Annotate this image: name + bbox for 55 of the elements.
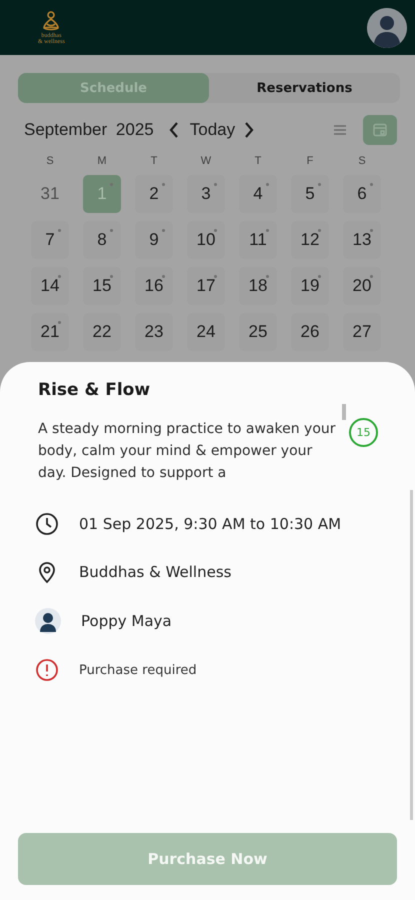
calendar-day[interactable]: 5 (291, 175, 329, 213)
warning-icon (35, 658, 59, 682)
weekday-label: M (97, 155, 107, 167)
view-toggle[interactable] (363, 115, 397, 145)
calendar-day[interactable]: 26 (291, 313, 329, 351)
avatar-icon (35, 608, 61, 634)
calendar-day[interactable]: 17 (187, 267, 225, 305)
calendar-day[interactable]: 10 (187, 221, 225, 259)
calendar-day[interactable]: 25 (239, 313, 277, 351)
detail-text: Buddhas & Wellness (79, 563, 232, 581)
calendar-day[interactable]: 13 (343, 221, 381, 259)
calendar-day[interactable]: 8 (83, 221, 121, 259)
spots-badge: 15 (349, 418, 378, 447)
detail-text: 01 Sep 2025, 9:30 AM to 10:30 AM (79, 515, 342, 533)
class-title: Rise & Flow (38, 380, 152, 400)
tab[interactable]: Reservations (209, 73, 400, 103)
calendar-day[interactable]: 24 (187, 313, 225, 351)
calendar-day[interactable]: 27 (343, 313, 381, 351)
calendar-icon (373, 123, 387, 137)
next-button[interactable] (243, 121, 256, 139)
weekday-label: S (358, 155, 366, 167)
calendar-day[interactable]: 15 (83, 267, 121, 305)
meditation-logo-icon (41, 10, 62, 32)
today-button[interactable]: Today (186, 120, 240, 140)
calendar-day[interactable]: 16 (135, 267, 173, 305)
calendar-day[interactable]: 2 (135, 175, 173, 213)
calendar-day[interactable]: 12 (291, 221, 329, 259)
weekday-label: T (254, 155, 262, 167)
calendar-day[interactable]: 4 (239, 175, 277, 213)
calendar-day[interactable]: 14 (31, 267, 69, 305)
calendar-day[interactable]: 19 (291, 267, 329, 305)
calendar-day[interactable]: 23 (135, 313, 173, 351)
calendar-day[interactable]: 21 (31, 313, 69, 351)
calendar-day[interactable]: 11 (239, 221, 277, 259)
calendar-day[interactable]: 22 (83, 313, 121, 351)
weekday-label: S (46, 155, 54, 167)
detail-text: Purchase required (79, 662, 197, 678)
previous-button[interactable] (168, 121, 180, 139)
list-icon (333, 125, 347, 135)
calendar-day[interactable]: 6 (343, 175, 381, 213)
profile-avatar-icon[interactable] (367, 8, 407, 48)
clock-icon (35, 512, 59, 536)
calendar-day[interactable]: 20 (343, 267, 381, 305)
calendar-day[interactable]: 3 (187, 175, 225, 213)
weekday-label: T (150, 155, 158, 167)
scrollbar (342, 404, 346, 420)
detail-text: Poppy Maya (81, 612, 172, 630)
class-description: A steady morning practice to awaken your body, calm your mind & empower your day. Designed to support a (38, 420, 337, 483)
calendar-day[interactable]: 9 (135, 221, 173, 259)
calendar-day[interactable]: 31 (31, 175, 69, 213)
weekday-label: W (200, 155, 212, 167)
calendar-day[interactable]: 7 (31, 221, 69, 259)
weekday-label: F (306, 155, 314, 167)
month-title: September 2025 (24, 120, 154, 140)
calendar-day[interactable]: 18 (239, 267, 277, 305)
